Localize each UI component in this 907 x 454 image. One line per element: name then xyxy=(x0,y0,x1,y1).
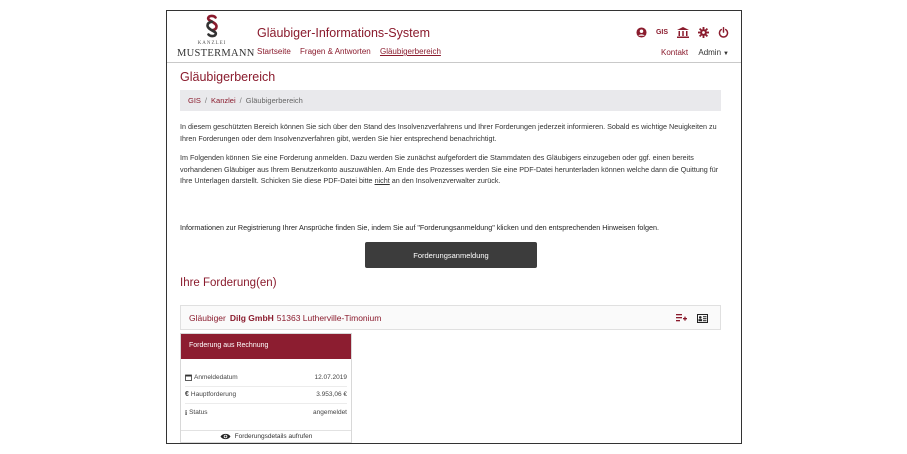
claim-row-label: Anmeldedatum xyxy=(185,374,314,381)
instructions-paragraph: Im Folgenden können Sie eine Forderung a… xyxy=(180,152,725,187)
instructions-text-b: an den Insolvenzverwalter zurück. xyxy=(391,176,501,185)
main-nav: Startseite Fragen & Antworten Gläubigerb… xyxy=(257,47,448,56)
header-icon-bar: GIS xyxy=(617,25,729,39)
creditor-bar: Gläubiger Dilg GmbH 51363 Lutherville-Timo… xyxy=(180,305,721,330)
gear-icon[interactable] xyxy=(698,26,709,38)
app-title: Gläubiger-Informations-System xyxy=(257,26,430,40)
claim-row-amount: € Hauptforderung 3.953,06 € xyxy=(185,389,347,404)
claim-row-label: i Status xyxy=(185,408,313,417)
header-links: Kontakt Admin ▼ xyxy=(661,48,729,57)
app-window: KANZLEI MUSTERMANN Gläubiger-Information… xyxy=(166,10,742,444)
claim-row-date-label: Anmeldedatum xyxy=(194,374,238,381)
claim-row-amount-label: Hauptforderung xyxy=(190,391,237,398)
breadcrumb-kanzlei[interactable]: Kanzlei xyxy=(211,96,236,105)
top-header: KANZLEI MUSTERMANN Gläubiger-Information… xyxy=(167,11,741,63)
info-icon: i xyxy=(185,408,188,417)
claims-section-title: Ihre Forderung(en) xyxy=(180,277,277,289)
admin-dropdown[interactable]: Admin ▼ xyxy=(698,48,729,57)
claim-row-label: € Hauptforderung xyxy=(185,391,316,398)
user-circle-icon[interactable] xyxy=(636,26,647,38)
caret-down-icon: ▼ xyxy=(723,51,729,57)
german-flag-icon[interactable] xyxy=(617,29,627,36)
page-title: Gläubigerbereich xyxy=(180,70,276,84)
claim-details-link[interactable]: Forderungsdetails aufrufen xyxy=(181,430,351,442)
breadcrumb-separator: / xyxy=(239,96,242,105)
creditor-label: Gläubiger xyxy=(189,313,226,323)
claim-row-amount-value: 3.953,06 € xyxy=(316,391,347,398)
logo-big-text: MUSTERMANN xyxy=(177,48,255,59)
creditor-actions xyxy=(676,313,708,323)
admin-label: Admin xyxy=(698,48,722,57)
contact-card-icon[interactable] xyxy=(697,313,708,323)
claim-row-status-value: angemeldet xyxy=(313,409,347,416)
nav-home[interactable]: Startseite xyxy=(257,47,291,56)
logo-small-text: KANZLEI xyxy=(197,41,227,46)
creditor-name: Dilg GmbH xyxy=(229,313,274,323)
claim-card: Forderung aus Rechnung Anmeldedatum 12.0… xyxy=(180,333,352,443)
claim-row-date-value: 12.07.2019 xyxy=(314,374,347,381)
playlist-add-icon[interactable] xyxy=(676,313,687,323)
power-icon[interactable] xyxy=(718,26,729,38)
breadcrumb-current: Gläubigerbereich xyxy=(245,96,303,105)
registration-info: Informationen zur Registrierung Ihrer An… xyxy=(180,223,659,232)
claim-row-status: i Status angemeldet xyxy=(185,407,347,418)
nav-faq[interactable]: Fragen & Antworten xyxy=(300,47,371,56)
claim-card-header: Forderung aus Rechnung xyxy=(181,334,351,359)
logo-section-sign-icon xyxy=(206,14,218,38)
eye-icon xyxy=(220,433,231,440)
bank-icon[interactable] xyxy=(677,26,689,38)
breadcrumb-gis[interactable]: GIS xyxy=(188,96,201,105)
euro-icon: € xyxy=(185,391,189,398)
intro-paragraph: In diesem geschützten Bereich können Sie… xyxy=(180,122,717,143)
claim-registration-button[interactable]: Forderungsanmeldung xyxy=(365,242,537,268)
gis-link[interactable]: GIS xyxy=(656,29,668,36)
breadcrumb: GIS / Kanzlei / Gläubigerbereich xyxy=(180,90,721,111)
creditor-address: 51363 Lutherville-Timonium xyxy=(276,313,382,323)
claim-row-date: Anmeldedatum 12.07.2019 xyxy=(185,372,347,387)
calendar-icon xyxy=(185,374,192,381)
claim-details-label: Forderungsdetails aufrufen xyxy=(234,433,313,440)
breadcrumb-separator: / xyxy=(204,96,208,105)
nav-creditor-area[interactable]: Gläubigerbereich xyxy=(380,47,441,56)
contact-link[interactable]: Kontakt xyxy=(661,48,688,57)
kanzlei-logo[interactable]: KANZLEI MUSTERMANN xyxy=(177,14,255,60)
instructions-emphasis: nicht xyxy=(374,176,390,185)
claim-row-status-label: Status xyxy=(189,409,208,416)
